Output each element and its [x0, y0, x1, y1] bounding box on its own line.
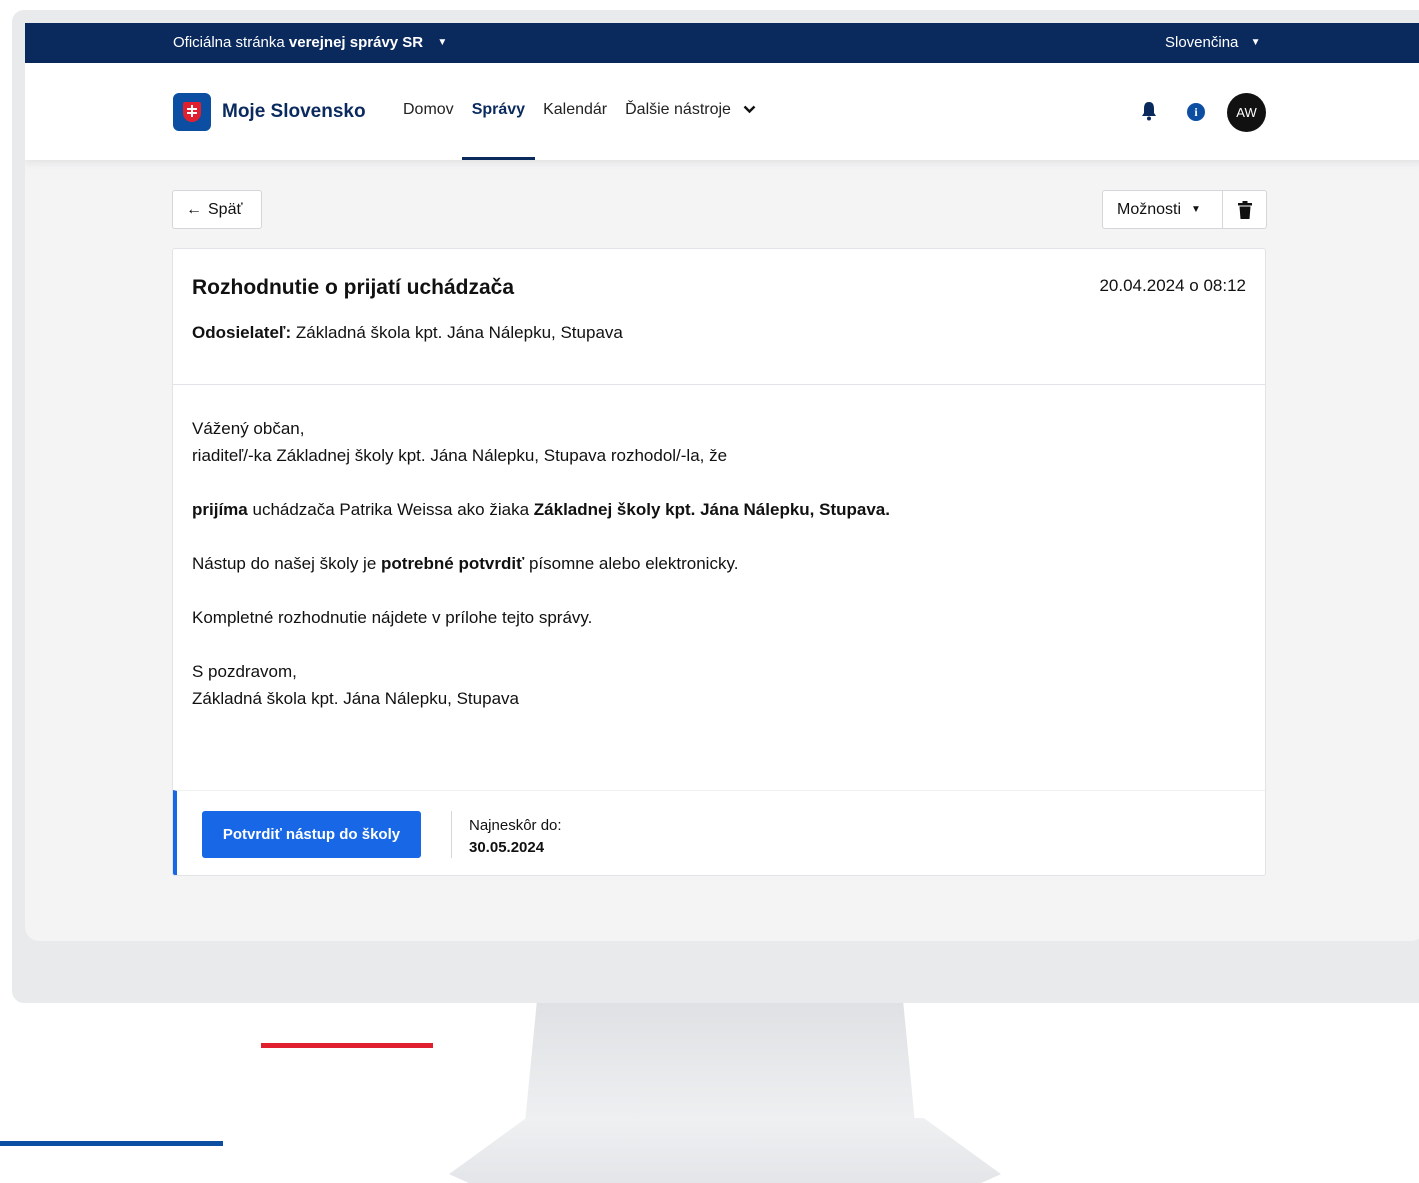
brand-name[interactable]: Moje Slovensko	[222, 101, 366, 123]
options-dropdown-button[interactable]: Možnosti ▼	[1103, 191, 1223, 228]
back-button[interactable]: ← Späť	[172, 190, 262, 229]
caret-down-icon: ▼	[437, 37, 448, 48]
nav-item-dalsie-label: Ďalšie nástroje	[625, 101, 731, 118]
message-title: Rozhodnutie o prijatí uchádzača	[192, 276, 515, 299]
body-paragraph: S pozdravom, Základná škola kpt. Jána Ná…	[192, 658, 892, 712]
arrow-left-icon: ←	[186, 201, 202, 218]
greeting: Vážený občan,	[192, 419, 305, 438]
message-card: Rozhodnutie o prijatí uchádzača 20.04.20…	[172, 248, 1266, 876]
decision-school: Základnej školy kpt. Jána Nálepku, Stupa…	[533, 500, 890, 519]
confirm-enrollment-button[interactable]: Potvrdiť nástup do školy	[202, 811, 421, 858]
confirm-prefix: Nástup do našej školy je	[192, 554, 377, 573]
intro: riaditeľ/-ka Základnej školy kpt. Jána N…	[192, 446, 728, 465]
bell-icon[interactable]	[1140, 101, 1158, 125]
confirm-suffix: písomne alebo elektronicky.	[528, 554, 739, 573]
body-paragraph: Kompletné rozhodnutie nájdete v prílohe …	[192, 604, 892, 631]
delete-button[interactable]	[1223, 191, 1266, 228]
decision-bold: prijíma	[192, 500, 248, 519]
attachment-note: Kompletné rozhodnutie nájdete v prílohe …	[192, 608, 593, 627]
screen: Oficiálna stránka verejnej správy SR ▼ S…	[25, 23, 1419, 941]
trash-icon	[1237, 200, 1252, 219]
body-paragraph: Vážený občan, riaditeľ/-ka Základnej ško…	[192, 415, 892, 469]
decorative-red-line	[261, 1043, 433, 1048]
deadline-date: 30.05.2024	[469, 839, 545, 856]
avatar[interactable]: AW	[1227, 93, 1266, 132]
monitor-stand-neck	[525, 1003, 915, 1123]
gov-notice[interactable]: Oficiálna stránka verejnej správy SR ▼	[173, 34, 447, 51]
gov-bar: Oficiálna stránka verejnej správy SR ▼ S…	[25, 23, 1419, 63]
body-paragraph: Nástup do našej školy je potrebné potvrd…	[192, 550, 892, 577]
nav-item-domov[interactable]: Domov	[403, 101, 454, 119]
confirm-bold: potrebné potvrdiť	[381, 554, 525, 573]
decision-text: uchádzača Patrika Weissa ako žiaka	[252, 500, 530, 519]
sender-value: Základná škola kpt. Jána Nálepku, Stupav…	[295, 323, 623, 342]
deadline-label: Najneskôr do:	[469, 817, 562, 834]
info-icon[interactable]: i	[1187, 103, 1205, 121]
closing: S pozdravom,	[192, 662, 297, 681]
divider	[173, 384, 1265, 385]
chevron-down-icon	[743, 103, 756, 117]
coat-of-arms-icon	[183, 102, 201, 122]
message-date: 20.04.2024 o 08:12	[1099, 276, 1246, 295]
decorative-blue-line	[0, 1141, 223, 1146]
main-nav: Domov Správy Kalendár Ďalšie nástroje	[403, 101, 774, 160]
back-label: Späť	[208, 201, 243, 218]
caret-down-icon: ▼	[1191, 204, 1201, 215]
gov-notice-bold: verejnej správy SR	[288, 34, 424, 51]
nav-item-spravy[interactable]: Správy	[461, 101, 536, 160]
signature: Základná škola kpt. Jána Nálepku, Stupav…	[192, 689, 519, 708]
options-label: Možnosti	[1117, 201, 1182, 218]
caret-down-icon: ▼	[1250, 37, 1261, 48]
logo[interactable]	[173, 93, 211, 131]
monitor-stand-base	[449, 1118, 1001, 1183]
nav-item-kalendar[interactable]: Kalendár	[543, 101, 607, 119]
body-paragraph: prijíma uchádzača Patrika Weissa ako žia…	[192, 496, 892, 523]
action-bar: Potvrdiť nástup do školy Najneskôr do: 3…	[173, 790, 1265, 875]
divider	[451, 811, 452, 858]
language-label: Slovenčina	[1165, 34, 1239, 51]
message-body: Vážený občan, riaditeľ/-ka Základnej ško…	[192, 415, 892, 739]
nav-item-dalsie-nastroje[interactable]: Ďalšie nástroje	[625, 101, 756, 119]
main-header: Moje Slovensko Domov Správy Kalendár Ďal…	[25, 63, 1419, 160]
message-sender: Odosielateľ: Základná škola kpt. Jána Ná…	[192, 323, 623, 343]
options-group: Možnosti ▼	[1102, 190, 1267, 229]
language-select[interactable]: Slovenčina ▼	[1165, 34, 1260, 51]
sender-label: Odosielateľ:	[192, 323, 292, 342]
gov-notice-prefix: Oficiálna stránka	[173, 34, 285, 51]
